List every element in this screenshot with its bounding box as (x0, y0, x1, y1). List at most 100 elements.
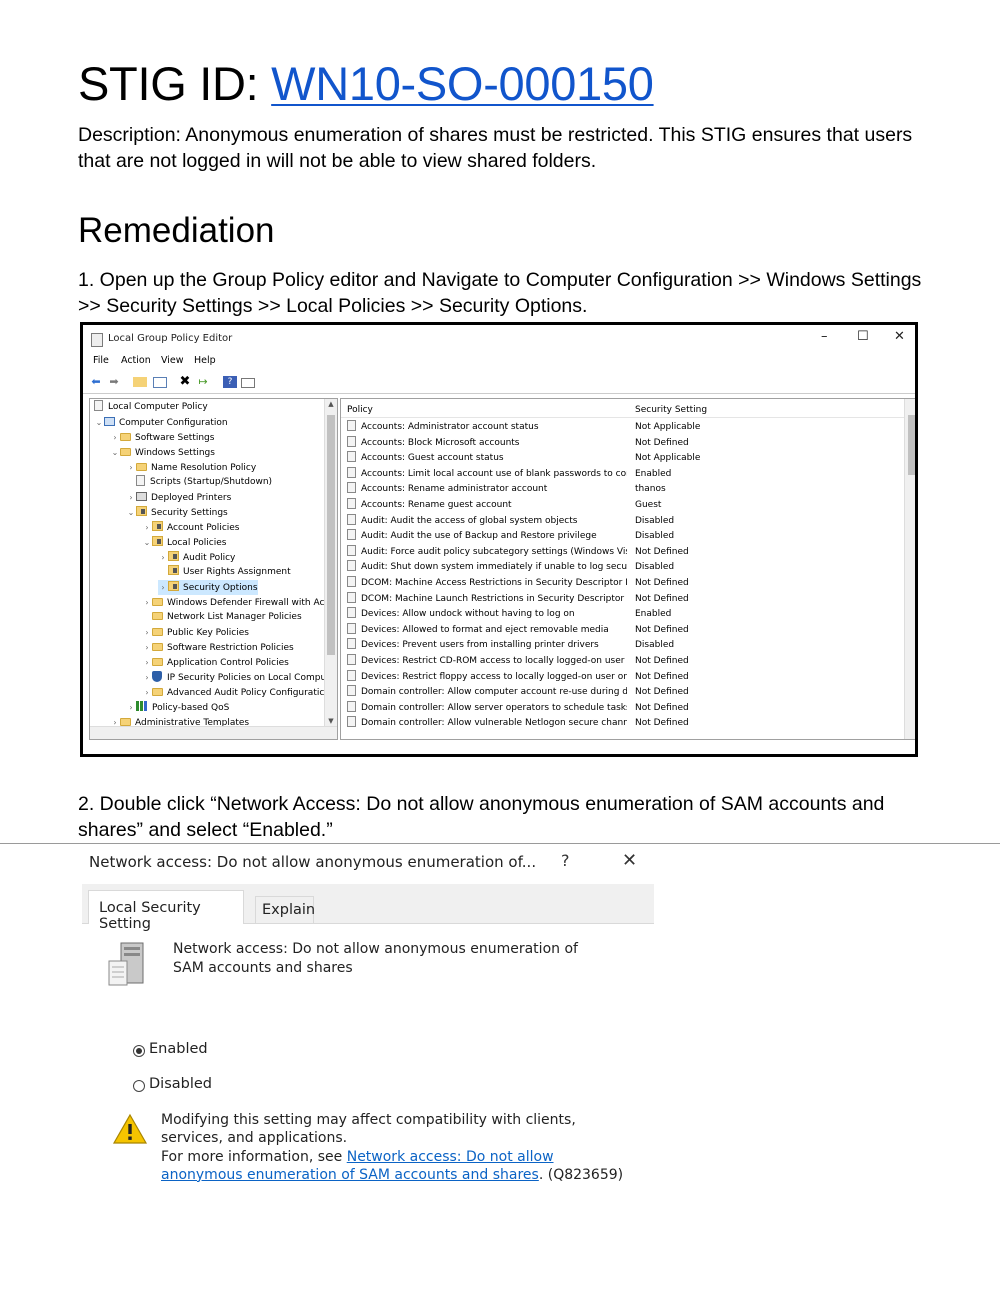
policy-cell: Domain controller: Allow vulnerable Netl… (347, 716, 627, 732)
export-list-icon[interactable]: ↦ (196, 375, 210, 389)
tree-item[interactable]: ⌄ Computer Configuration (94, 415, 228, 430)
table-row[interactable]: Accounts: Rename guest account Guest (341, 498, 901, 514)
toolbar: ⬅ ➡ ✖ ↦ ? (83, 371, 915, 394)
list-vertical-scrollbar[interactable] (904, 399, 915, 739)
table-row[interactable]: Accounts: Guest account status Not Applic… (341, 451, 901, 467)
dialog-close-button[interactable]: ✕ (622, 850, 637, 871)
tree-item[interactable]: User Rights Assignment (158, 565, 291, 580)
setting-cell: Disabled (635, 562, 675, 573)
policy-cell: Audit: Shut down system immediately if u… (347, 560, 627, 576)
policy-icon (347, 669, 356, 681)
help-icon[interactable]: ? (223, 376, 237, 388)
tree-vertical-scrollbar[interactable]: ▲ ▼ (324, 399, 337, 739)
table-row[interactable]: Devices: Allowed to format and eject rem… (341, 622, 901, 639)
table-row[interactable]: Domain controller: Allow server operator… (341, 700, 901, 717)
maximize-button[interactable]: ☐ (857, 329, 869, 344)
table-row[interactable]: Accounts: Limit local account use of bla… (341, 466, 901, 483)
policy-icon (347, 451, 356, 463)
table-row[interactable]: DCOM: Machine Access Restrictions in Sec… (341, 576, 901, 592)
tree-item[interactable]: › Application Control Policies (142, 655, 289, 670)
setting-cell: Disabled (635, 640, 675, 651)
tree-item[interactable]: › Software Restriction Policies (142, 640, 294, 655)
table-row[interactable]: Domain controller: Allow computer accoun… (341, 685, 901, 701)
policy-icon (347, 576, 356, 587)
setting-cell: Not Defined (635, 546, 689, 557)
policy-cell: DCOM: Machine Access Restrictions in Sec… (347, 576, 627, 592)
radio-disabled-label[interactable]: Disabled (149, 1076, 212, 1092)
radio-disabled[interactable] (133, 1080, 145, 1092)
table-row[interactable]: DCOM: Machine Launch Restrictions in Sec… (341, 591, 901, 608)
table-row[interactable]: Audit: Audit the access of global system… (341, 513, 901, 530)
server-icon (108, 942, 144, 986)
tree-item[interactable]: › Windows Defender Firewall with Ac (142, 595, 324, 610)
tree-item[interactable]: Network List Manager Policies (142, 610, 302, 625)
tree-item[interactable]: › Deployed Printers (126, 490, 231, 505)
tree-item[interactable]: ⌄ Windows Settings (110, 445, 215, 460)
minimize-button[interactable]: – (821, 329, 828, 344)
menu-file[interactable]: File (93, 355, 109, 366)
tree-item[interactable]: › Policy-based QoS (126, 700, 229, 715)
forward-arrow-icon[interactable]: ➡ (107, 375, 121, 389)
tree-item[interactable]: › Software Settings (110, 430, 214, 445)
menu-view[interactable]: View (161, 355, 184, 366)
menu-help[interactable]: Help (194, 355, 216, 366)
up-folder-icon[interactable] (133, 377, 147, 387)
table-row[interactable]: Accounts: Administrator account status No… (341, 420, 901, 436)
table-row[interactable]: Audit: Shut down system immediately if u… (341, 560, 901, 576)
show-hide-tree-icon[interactable] (153, 377, 167, 388)
setting-cell: Not Applicable (635, 422, 701, 432)
tree-item[interactable]: › Account Policies (142, 520, 240, 535)
warning-icon (112, 1113, 148, 1144)
table-row[interactable]: Accounts: Block Microsoft accounts Not De… (341, 435, 901, 452)
table-row[interactable]: Domain controller: Allow vulnerable Netl… (341, 716, 901, 732)
help-button[interactable]: ? (561, 851, 570, 870)
policy-icon (347, 529, 356, 541)
policy-list: Policy Security Setting Accounts: Admini… (340, 398, 915, 740)
column-security-setting[interactable]: Security Setting (635, 405, 707, 415)
tab-local-security-setting[interactable]: Local Security Setting (88, 890, 244, 932)
policy-cell: Devices: Allow undock without having to … (347, 607, 627, 623)
tab-strip: Local Security Setting Explain (82, 884, 654, 932)
properties-icon[interactable] (241, 378, 255, 388)
table-row[interactable]: Devices: Allow undock without having to … (341, 607, 901, 623)
step-1: 1. Open up the Group Policy editor and N… (78, 269, 922, 317)
tree-item[interactable]: › IP Security Policies on Local Compu (142, 670, 326, 685)
policy-cell: Accounts: Limit local account use of bla… (347, 466, 627, 483)
policy-cell: Domain controller: Allow computer accoun… (347, 685, 627, 701)
tree-horizontal-scrollbar[interactable] (90, 726, 337, 739)
tree-item[interactable]: ⌄ Local Policies (142, 535, 226, 550)
gpedit-titlebar: Local Group Policy Editor – ☐ ✕ (83, 325, 915, 353)
setting-cell: Not Defined (635, 687, 689, 698)
table-row[interactable]: Devices: Restrict CD-ROM access to local… (341, 654, 901, 670)
tree-item[interactable]: › Advanced Audit Policy Configuratic (142, 685, 324, 700)
stig-id-link[interactable]: WN10-SO-000150 (271, 57, 654, 110)
tree-item[interactable]: Scripts (Startup/Shutdown) (126, 475, 272, 490)
tab-explain[interactable]: Explain (255, 896, 315, 923)
table-row[interactable]: Audit: Force audit policy subcategory se… (341, 544, 901, 561)
tree-item-security-options[interactable]: › Security Options (158, 580, 258, 595)
policy-cell: Audit: Audit the use of Backup and Resto… (347, 529, 627, 545)
tree-item[interactable]: › Audit Policy (158, 550, 235, 565)
tree-item[interactable]: ⌄ Security Settings (126, 505, 228, 520)
radio-enabled-label[interactable]: Enabled (149, 1041, 208, 1057)
gpedit-app-icon (91, 333, 103, 347)
divider (0, 843, 1000, 844)
column-policy[interactable]: Policy (347, 405, 373, 415)
back-arrow-icon[interactable]: ⬅ (89, 375, 103, 389)
policy-icon (347, 591, 356, 603)
remediation-heading: Remediation (78, 211, 275, 250)
setting-cell: Not Defined (635, 578, 689, 588)
table-row[interactable]: Devices: Prevent users from installing p… (341, 638, 901, 654)
tree-item[interactable]: › Name Resolution Policy (126, 460, 256, 475)
tree-item[interactable]: › Public Key Policies (142, 625, 249, 640)
tree-item[interactable]: Local Computer Policy (94, 400, 208, 415)
table-row[interactable]: Audit: Audit the use of Backup and Resto… (341, 529, 901, 545)
close-button[interactable]: ✕ (894, 329, 905, 344)
menu-bar: File Action View Help (83, 355, 915, 369)
table-row[interactable]: Accounts: Rename administrator account th… (341, 482, 901, 498)
radio-enabled[interactable] (133, 1045, 145, 1057)
delete-icon[interactable]: ✖ (178, 375, 192, 389)
menu-action[interactable]: Action (121, 355, 151, 366)
table-row[interactable]: Devices: Restrict floppy access to local… (341, 669, 901, 686)
gpedit-title: Local Group Policy Editor (108, 333, 233, 344)
